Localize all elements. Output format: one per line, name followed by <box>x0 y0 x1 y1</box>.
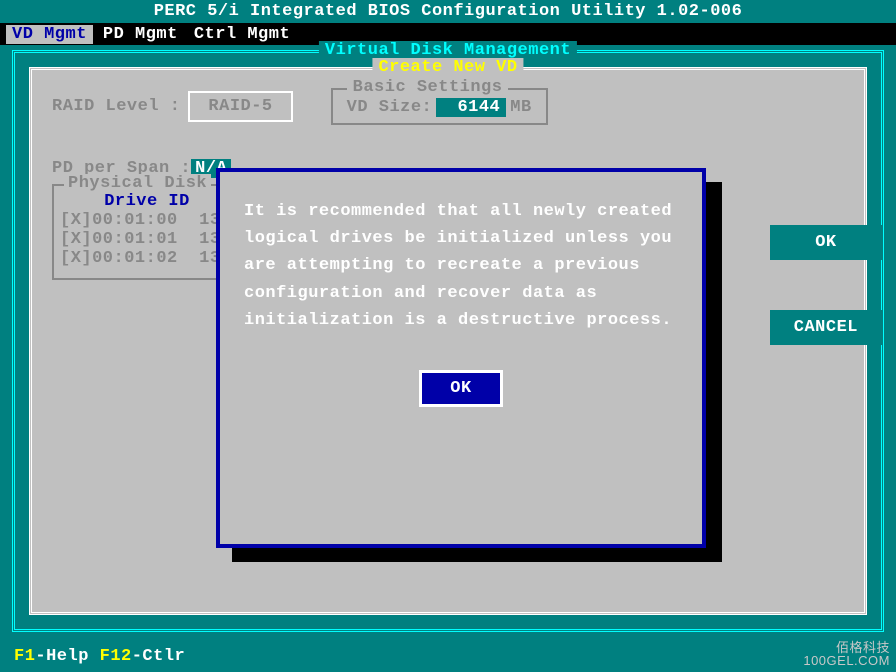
f12-label: -Ctlr <box>132 647 186 666</box>
vd-size-input[interactable]: 6144 <box>436 98 506 117</box>
dialog-ok-button[interactable]: OK <box>419 370 502 407</box>
physical-disks-title: Physical Disk <box>64 174 211 193</box>
f1-label: -Help <box>35 647 99 666</box>
drive-row[interactable]: [X]00:01:00 13 <box>60 211 234 230</box>
create-vd-title: Create New VD <box>372 58 523 77</box>
app-title: PERC 5/i Integrated BIOS Configuration U… <box>0 0 896 23</box>
basic-settings-group: Basic Settings VD Size: 6144 MB <box>331 88 548 125</box>
f12-key: F12 <box>100 647 132 666</box>
dialog-message: It is recommended that all newly created… <box>244 198 678 334</box>
info-dialog: It is recommended that all newly created… <box>216 168 706 548</box>
menu-ctrl-mgmt[interactable]: Ctrl Mgmt <box>188 25 296 44</box>
f1-key: F1 <box>14 647 35 666</box>
raid-level-label: RAID Level : <box>52 97 180 116</box>
ok-button[interactable]: OK <box>770 225 882 260</box>
drive-row[interactable]: [X]00:01:02 13 <box>60 249 234 268</box>
menu-vd-mgmt[interactable]: VD Mgmt <box>6 25 93 44</box>
basic-settings-title: Basic Settings <box>347 78 509 97</box>
raid-level-value[interactable]: RAID-5 <box>188 91 292 122</box>
menu-pd-mgmt[interactable]: PD Mgmt <box>97 25 184 44</box>
physical-disks-group: Physical Disk Drive ID [X]00:01:00 13 [X… <box>52 184 242 280</box>
drive-row[interactable]: [X]00:01:01 13 <box>60 230 234 249</box>
vd-size-unit: MB <box>510 98 531 117</box>
cancel-button[interactable]: CANCEL <box>770 310 882 345</box>
watermark: 佰格科技 100GEL.COM <box>803 641 890 668</box>
vd-size-label: VD Size: <box>347 98 433 117</box>
drive-id-header: Drive ID <box>60 192 234 211</box>
status-bar: F1-Help F12-Ctlr <box>14 647 185 666</box>
